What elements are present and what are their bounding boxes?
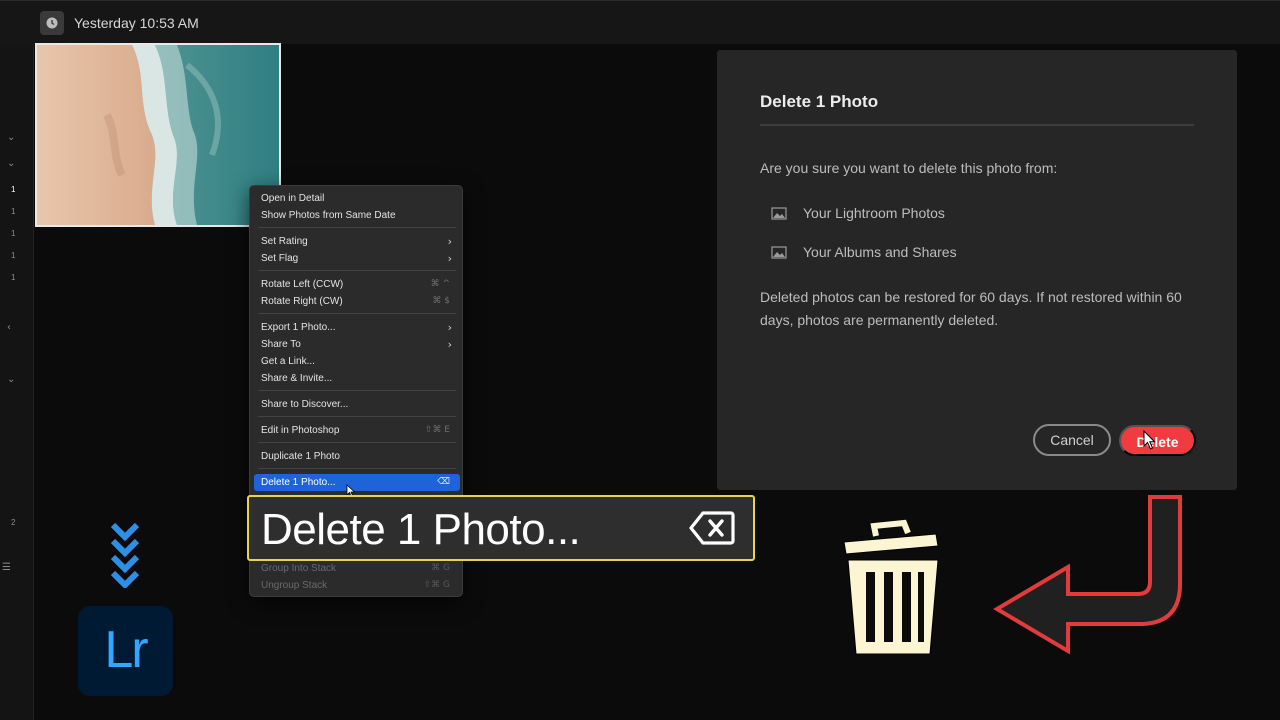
menu-item-label: Share & Invite... xyxy=(261,373,333,384)
menu-item-label: Share to Discover... xyxy=(261,399,349,410)
menu-item-label: Rotate Left (CCW) xyxy=(261,279,344,290)
photo-icon xyxy=(771,246,787,262)
menu-divider xyxy=(258,313,456,314)
menu-item-label: Delete 1 Photo... xyxy=(261,477,336,488)
delete-button[interactable]: Delete xyxy=(1119,425,1196,456)
menu-divider xyxy=(258,390,456,391)
menu-item-share-invite[interactable]: Share & Invite... xyxy=(254,370,460,387)
menu-item-label: Open in Detail xyxy=(261,193,325,204)
chevron-down-icon[interactable]: ⌄ xyxy=(7,158,15,169)
location-label: Your Albums and Shares xyxy=(803,244,957,260)
menu-item-shortcut: ⌘ ^ xyxy=(430,279,450,289)
left-rail: ⌄ ⌄ 1 1 1 1 1 ‹ ⌄ 2 ☰ xyxy=(0,44,34,720)
menu-item-shortcut: ⌘ $ xyxy=(432,296,450,306)
chevron-right-icon: › xyxy=(447,338,452,351)
menu-item-shortcut: ⌘ G xyxy=(431,563,450,573)
rail-count: 2 xyxy=(11,518,16,527)
menu-item-label: Duplicate 1 Photo xyxy=(261,451,340,462)
menu-item-label: Rotate Right (CW) xyxy=(261,296,343,307)
menu-item-shortcut: ⇧⌘ G xyxy=(423,580,450,590)
location-label: Your Lightroom Photos xyxy=(803,205,945,221)
date-label: Yesterday 10:53 AM xyxy=(74,15,199,31)
menu-divider xyxy=(258,270,456,271)
menu-item-open-in-detail[interactable]: Open in Detail xyxy=(254,190,460,207)
clock-icon[interactable] xyxy=(40,11,64,35)
menu-item-get-link[interactable]: Get a Link... xyxy=(254,353,460,370)
menu-divider xyxy=(258,416,456,417)
menu-item-label: Set Rating xyxy=(261,236,308,247)
dialog-divider xyxy=(760,124,1194,126)
delete-dialog: Delete 1 Photo Are you sure you want to … xyxy=(717,50,1237,490)
arrow-pointing-left-icon xyxy=(990,494,1186,663)
rail-count: 1 xyxy=(11,251,16,260)
menu-item-export[interactable]: Export 1 Photo... › xyxy=(254,319,460,336)
sort-icon[interactable]: ☰ xyxy=(2,562,11,573)
chevron-left-icon[interactable]: ‹ xyxy=(7,322,11,333)
rail-count: 1 xyxy=(11,207,16,216)
rail-count: 1 xyxy=(11,185,16,194)
delete-key-icon: ⌫ xyxy=(437,477,450,487)
menu-divider xyxy=(258,227,456,228)
menu-divider xyxy=(258,442,456,443)
delete-key-icon xyxy=(689,510,735,551)
chevron-down-icon[interactable]: ⌄ xyxy=(7,132,15,143)
menu-item-label: Set Flag xyxy=(261,253,299,264)
menu-item-set-rating[interactable]: Set Rating › xyxy=(254,233,460,250)
menu-item-share-discover[interactable]: Share to Discover... xyxy=(254,396,460,413)
chevron-down-icon[interactable]: ⌄ xyxy=(7,374,15,385)
menu-item-label: Edit in Photoshop xyxy=(261,425,340,436)
dialog-question: Are you sure you want to delete this pho… xyxy=(760,160,1058,176)
dialog-title: Delete 1 Photo xyxy=(760,92,879,111)
menu-item-label: Share To xyxy=(261,339,301,350)
menu-item-shortcut: ⇧⌘ E xyxy=(424,425,450,435)
menu-item-set-flag[interactable]: Set Flag › xyxy=(254,250,460,267)
menu-item-share-to[interactable]: Share To › xyxy=(254,336,460,353)
trash-icon xyxy=(838,518,948,663)
lightroom-logo: Lr xyxy=(78,606,173,696)
menu-item-label: Show Photos from Same Date xyxy=(261,210,396,221)
photo-icon xyxy=(771,207,787,223)
menu-item-label: Group Into Stack xyxy=(261,563,337,574)
rail-count: 1 xyxy=(11,273,16,282)
cancel-button[interactable]: Cancel xyxy=(1033,424,1111,456)
menu-item-label: Export 1 Photo... xyxy=(261,322,336,333)
menu-item-ungroup-stack: Ungroup Stack ⇧⌘ G xyxy=(254,577,460,594)
zoomed-delete-callout: Delete 1 Photo... xyxy=(247,495,755,561)
menu-item-label: Get a Link... xyxy=(261,356,315,367)
chevron-right-icon: › xyxy=(447,321,452,334)
mouse-cursor-icon xyxy=(1143,429,1157,455)
chevron-right-icon: › xyxy=(447,252,452,265)
menu-item-rotate-left[interactable]: Rotate Left (CCW) ⌘ ^ xyxy=(254,276,460,293)
menu-item-label: Ungroup Stack xyxy=(261,580,328,591)
menu-item-edit-photoshop[interactable]: Edit in Photoshop ⇧⌘ E xyxy=(254,422,460,439)
rail-count: 1 xyxy=(11,229,16,238)
chevrons-down-icon xyxy=(110,522,140,593)
lightroom-logo-text: Lr xyxy=(104,621,148,679)
photo-thumbnail[interactable] xyxy=(35,43,281,227)
menu-item-rotate-right[interactable]: Rotate Right (CW) ⌘ $ xyxy=(254,293,460,310)
callout-label: Delete 1 Photo... xyxy=(261,505,581,554)
menu-divider xyxy=(258,468,456,469)
dialog-note: Deleted photos can be restored for 60 da… xyxy=(760,289,1182,328)
menu-item-duplicate[interactable]: Duplicate 1 Photo xyxy=(254,448,460,465)
menu-item-group-stack: Group Into Stack ⌘ G xyxy=(254,560,460,577)
menu-item-show-same-date[interactable]: Show Photos from Same Date xyxy=(254,207,460,224)
top-bar: Yesterday 10:53 AM xyxy=(0,0,1280,44)
chevron-right-icon: › xyxy=(447,235,452,248)
menu-item-delete[interactable]: Delete 1 Photo... ⌫ xyxy=(254,474,460,491)
